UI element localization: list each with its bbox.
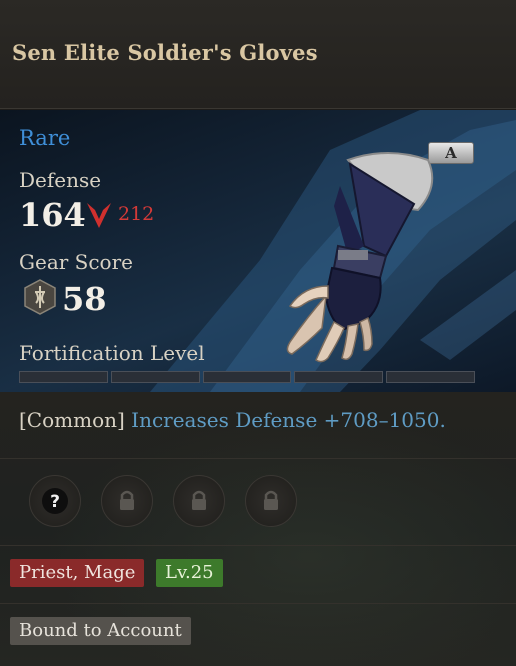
socket-slot[interactable]	[101, 475, 153, 527]
effect-text: Increases Defense +708–1050.	[131, 408, 446, 432]
fortification-label: Fortification Level	[19, 341, 205, 365]
defense-label: Defense	[19, 168, 102, 192]
fortification-segment	[110, 371, 200, 383]
effect-tag: [Common]	[19, 408, 125, 432]
gear-score-label: Gear Score	[19, 250, 133, 274]
lock-icon	[192, 490, 206, 510]
socket-slot[interactable]: ?	[29, 475, 81, 527]
gear-score-value: 58	[62, 280, 107, 318]
divider	[0, 458, 516, 459]
lock-icon	[120, 490, 134, 510]
gear-score-icon	[24, 279, 56, 315]
level-requirement-badge: Lv.25	[156, 559, 223, 587]
socket-slot[interactable]	[173, 475, 225, 527]
defense-compare-value: 212	[118, 203, 155, 225]
class-requirement-badge: Priest, Mage	[10, 559, 145, 587]
item-rarity: Rare	[19, 126, 71, 150]
fortification-progress	[19, 371, 475, 383]
svg-text:?: ?	[50, 492, 60, 512]
divider	[0, 603, 516, 604]
binding-badge: Bound to Account	[10, 617, 191, 645]
tooltip-header: Sen Elite Soldier's Gloves	[0, 0, 516, 109]
socket-slot[interactable]	[245, 475, 297, 527]
fortification-segment	[386, 371, 475, 383]
decrease-arrow-icon	[87, 203, 111, 228]
lock-icon	[264, 490, 278, 510]
item-tooltip: Sen Elite Soldier's Gloves Rare Defense …	[0, 0, 516, 666]
gloves-item-image	[286, 152, 434, 363]
fortification-segment	[202, 371, 292, 383]
divider	[0, 545, 516, 546]
fortification-segment	[294, 371, 384, 383]
question-icon: ?	[42, 488, 68, 514]
fortification-segment	[19, 371, 108, 383]
item-title: Sen Elite Soldier's Gloves	[12, 40, 318, 65]
defense-value: 164	[19, 196, 86, 234]
item-effect: [Common] Increases Defense +708–1050.	[19, 408, 446, 432]
